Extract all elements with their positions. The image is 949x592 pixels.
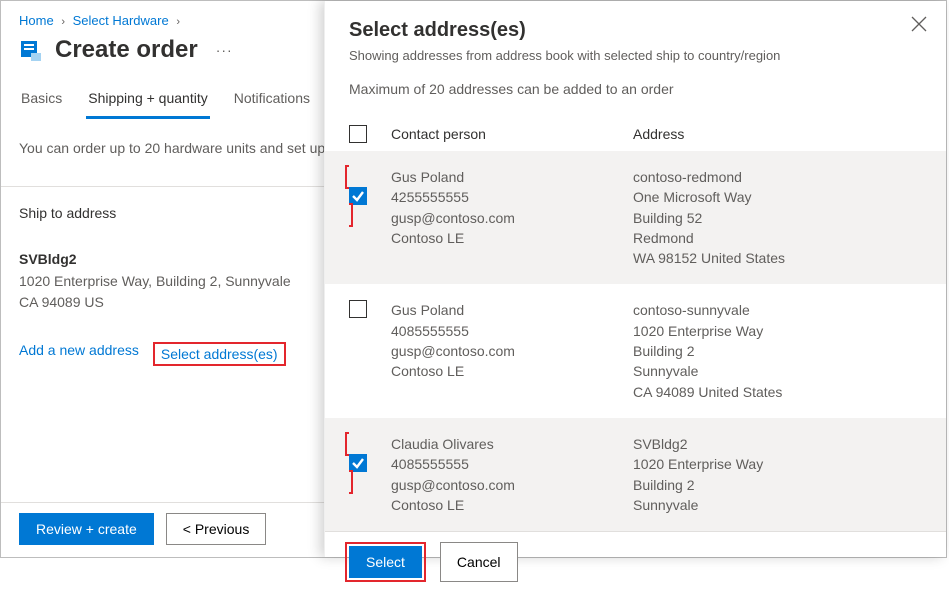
address-line: 1020 Enterprise Way — [633, 454, 922, 474]
contact-org: Contoso LE — [391, 361, 611, 381]
contact-email: gusp@contoso.com — [391, 208, 611, 228]
panel-subtitle: Showing addresses from address book with… — [349, 48, 922, 63]
order-icon — [19, 38, 43, 62]
tab-shipping-quantity[interactable]: Shipping + quantity — [86, 82, 209, 119]
address-line: Building 2 — [633, 475, 922, 495]
column-contact-person: Contact person — [391, 126, 611, 142]
address-line: Building 52 — [633, 208, 922, 228]
previous-button[interactable]: < Previous — [166, 513, 267, 545]
highlight-box — [345, 165, 369, 227]
contact-phone: 4085555555 — [391, 454, 611, 474]
review-create-button[interactable]: Review + create — [19, 513, 154, 545]
tab-notifications[interactable]: Notifications — [232, 82, 312, 119]
address-line: One Microsoft Way — [633, 187, 922, 207]
address-line: Redmond — [633, 228, 922, 248]
row-checkbox[interactable] — [349, 300, 367, 318]
panel-footer: Select Cancel — [325, 531, 946, 592]
select-addresses-panel: Select address(es) Showing addresses fro… — [324, 1, 946, 557]
contact-org: Contoso LE — [391, 228, 611, 248]
panel-title: Select address(es) — [349, 19, 922, 42]
address-row[interactable]: Claudia Olivares 4085555555 gusp@contoso… — [325, 418, 946, 531]
address-line: CA 94089 United States — [633, 382, 922, 402]
contact-name: Gus Poland — [391, 167, 611, 187]
contact-phone: 4255555555 — [391, 187, 611, 207]
row-checkbox[interactable] — [349, 187, 367, 205]
contact-name: Gus Poland — [391, 300, 611, 320]
address-line: Sunnyvale — [633, 361, 922, 381]
contact-email: gusp@contoso.com — [391, 475, 611, 495]
close-button[interactable] — [910, 15, 928, 33]
select-addresses-link[interactable]: Select address(es) — [161, 346, 278, 362]
contact-org: Contoso LE — [391, 495, 611, 515]
address-line: Sunnyvale — [633, 495, 922, 515]
highlight-box: Select address(es) — [153, 342, 286, 366]
tab-basics[interactable]: Basics — [19, 82, 64, 119]
highlight-box: Select — [345, 542, 426, 582]
chevron-right-icon: › — [176, 16, 180, 28]
select-button[interactable]: Select — [349, 546, 422, 578]
chevron-right-icon: › — [61, 16, 65, 28]
panel-max-note: Maximum of 20 addresses can be added to … — [349, 81, 922, 97]
address-line: WA 98152 United States — [633, 248, 922, 268]
address-line: SVBldg2 — [633, 434, 922, 454]
select-all-checkbox[interactable] — [349, 125, 367, 143]
crumb-home[interactable]: Home — [19, 13, 54, 28]
address-line: 1020 Enterprise Way — [633, 321, 922, 341]
address-row[interactable]: Gus Poland 4085555555 gusp@contoso.com C… — [325, 284, 946, 417]
page-title: Create order — [55, 36, 198, 64]
crumb-select-hardware[interactable]: Select Hardware — [73, 13, 169, 28]
contact-name: Claudia Olivares — [391, 434, 611, 454]
contact-email: gusp@contoso.com — [391, 341, 611, 361]
column-address: Address — [633, 126, 922, 142]
address-row[interactable]: Gus Poland 4255555555 gusp@contoso.com C… — [325, 151, 946, 284]
row-checkbox[interactable] — [349, 454, 367, 472]
address-line: Building 2 — [633, 341, 922, 361]
more-icon[interactable]: ··· — [210, 42, 239, 58]
address-line: contoso-redmond — [633, 167, 922, 187]
highlight-box — [345, 432, 369, 494]
cancel-button[interactable]: Cancel — [440, 542, 518, 582]
address-table-header: Contact person Address — [325, 111, 946, 151]
contact-phone: 4085555555 — [391, 321, 611, 341]
address-line: contoso-sunnyvale — [633, 300, 922, 320]
add-new-address-link[interactable]: Add a new address — [19, 342, 139, 366]
